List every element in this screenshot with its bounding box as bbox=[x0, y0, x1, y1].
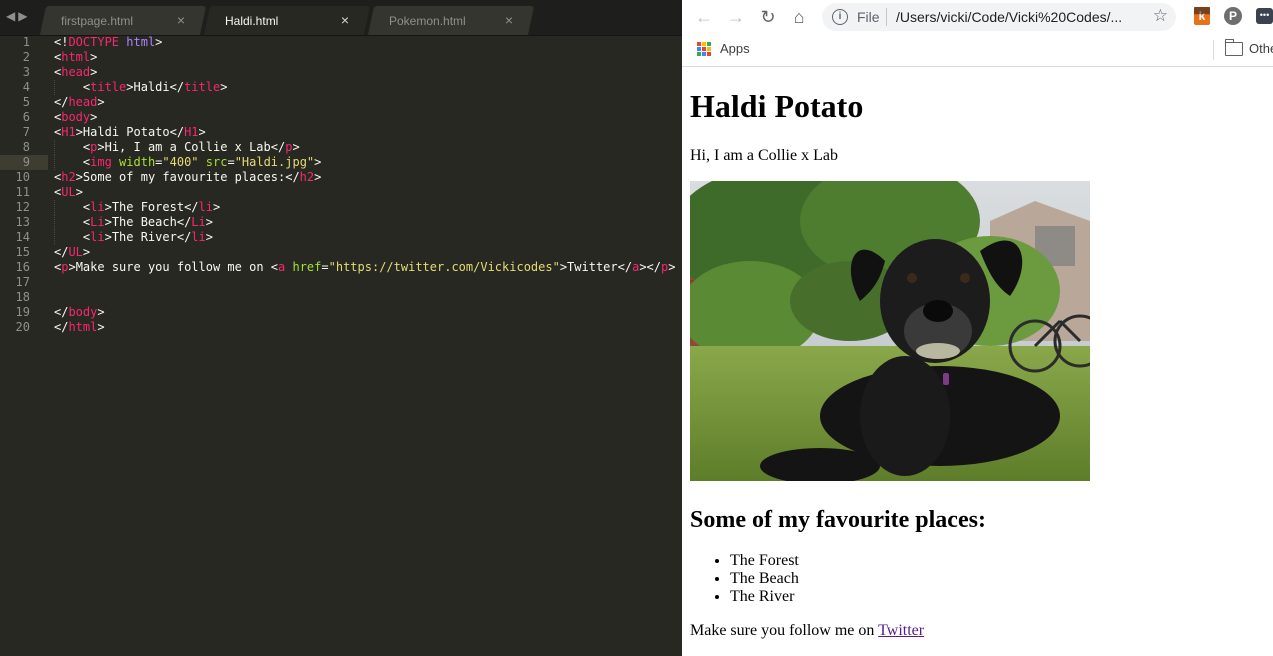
line-number: 3 bbox=[22, 65, 30, 79]
line-number: 8 bbox=[22, 140, 30, 154]
dog-photo bbox=[690, 181, 1090, 481]
url-scheme: File bbox=[857, 9, 880, 25]
line-number: 13 bbox=[15, 215, 30, 229]
home-icon[interactable]: ⌂ bbox=[787, 5, 811, 29]
line-number: 12 bbox=[15, 200, 30, 214]
list-item: The River bbox=[730, 588, 799, 606]
list-item: The Beach bbox=[730, 570, 799, 588]
close-icon[interactable]: × bbox=[341, 12, 349, 28]
code-area[interactable]: 1 <!DOCTYPE html> 2 <html> 3 <head> 4 <titl… bbox=[0, 35, 682, 335]
line-number: 15 bbox=[15, 245, 30, 259]
code-line: <html> bbox=[54, 50, 98, 64]
code-line: <li>The River</li> bbox=[54, 230, 213, 244]
twitter-link[interactable]: Twitter bbox=[878, 622, 924, 639]
code-line: </body> bbox=[54, 305, 105, 319]
code-line: <body> bbox=[54, 110, 98, 124]
line-number: 18 bbox=[15, 290, 30, 304]
extension-k-icon[interactable]: k bbox=[1194, 7, 1210, 25]
code-line: <li>The Forest</li> bbox=[54, 200, 221, 214]
code-line: <h2>Some of my favourite places:</h2> bbox=[54, 170, 322, 184]
code-line: <H1>Haldi Potato</H1> bbox=[54, 125, 206, 139]
tab-haldi[interactable]: Haldi.html × bbox=[203, 6, 371, 35]
close-icon[interactable]: × bbox=[505, 12, 513, 28]
tab-label: Haldi.html bbox=[225, 14, 279, 28]
code-editor: ◀▶ firstpage.html × Pokemon.html × Haldi… bbox=[0, 0, 682, 656]
back-icon[interactable]: ← bbox=[692, 5, 716, 29]
apps-icon[interactable] bbox=[697, 42, 711, 56]
line-number: 5 bbox=[22, 95, 30, 109]
bookmarks-bar: Apps Othe bbox=[682, 34, 1273, 67]
web-page: Haldi Potato Hi, I am a Collie x Lab Som… bbox=[682, 67, 1273, 656]
line-number: 14 bbox=[15, 230, 30, 244]
pinterest-icon[interactable]: P bbox=[1224, 7, 1242, 25]
folder-icon[interactable] bbox=[1225, 39, 1243, 56]
extension-menu-icon[interactable]: ••• bbox=[1256, 8, 1273, 24]
line-number: 6 bbox=[22, 110, 30, 124]
tab-nav-arrows-icon[interactable]: ◀▶ bbox=[6, 9, 30, 23]
line-number: 16 bbox=[15, 260, 30, 274]
code-line: </html> bbox=[54, 320, 105, 334]
address-bar[interactable]: i File /Users/vicki/Code/Vicki%20Codes/.… bbox=[822, 3, 1176, 31]
line-number: 2 bbox=[22, 50, 30, 64]
line-number: 1 bbox=[22, 35, 30, 49]
line-number: 9 bbox=[22, 155, 30, 169]
url-text[interactable]: /Users/vicki/Code/Vicki%20Codes/... bbox=[896, 9, 1122, 25]
star-icon[interactable]: ☆ bbox=[1153, 6, 1168, 26]
other-bookmarks[interactable]: Othe bbox=[1249, 41, 1273, 56]
code-line: <!DOCTYPE html> bbox=[54, 35, 163, 49]
code-line: <title>Haldi</title> bbox=[54, 80, 228, 94]
code-line: <Li>The Beach</Li> bbox=[54, 215, 213, 229]
follow-text: Make sure you follow me on Twitter bbox=[690, 622, 924, 640]
code-line: <head> bbox=[54, 65, 98, 79]
tab-firstpage[interactable]: firstpage.html × bbox=[39, 6, 207, 35]
line-number: 20 bbox=[15, 320, 30, 334]
line-number: 4 bbox=[22, 80, 30, 94]
code-line: <UL> bbox=[54, 185, 83, 199]
list-item: The Forest bbox=[730, 552, 799, 570]
line-number: 19 bbox=[15, 305, 30, 319]
line-number: 10 bbox=[15, 170, 30, 184]
code-line: <p>Make sure you follow me on <a href="h… bbox=[54, 260, 676, 274]
line-number: 17 bbox=[15, 275, 30, 289]
line-number: 7 bbox=[22, 125, 30, 139]
tab-pokemon[interactable]: Pokemon.html × bbox=[367, 6, 535, 35]
code-line: </UL> bbox=[54, 245, 91, 259]
page-title: Haldi Potato bbox=[690, 88, 864, 124]
places-heading: Some of my favourite places: bbox=[690, 507, 986, 533]
tab-label: firstpage.html bbox=[61, 14, 134, 28]
follow-text-label: Make sure you follow me on bbox=[690, 622, 879, 639]
browser-toolbar: ← → ↻ ⌂ i File /Users/vicki/Code/Vicki%2… bbox=[682, 0, 1273, 34]
code-line: <img width="400" src="Haldi.jpg"> bbox=[54, 155, 322, 169]
reload-icon[interactable]: ↻ bbox=[756, 5, 780, 29]
places-list: The Forest The Beach The River bbox=[690, 552, 799, 606]
dog-photo-illustration bbox=[690, 181, 1090, 481]
tab-label: Pokemon.html bbox=[389, 14, 466, 28]
code-line: <p>Hi, I am a Collie x Lab</p> bbox=[54, 140, 300, 154]
editor-tab-bar: ◀▶ firstpage.html × Pokemon.html × Haldi… bbox=[0, 0, 682, 36]
intro-text: Hi, I am a Collie x Lab bbox=[690, 147, 838, 164]
forward-icon[interactable]: → bbox=[724, 5, 748, 29]
line-number: 11 bbox=[15, 185, 30, 199]
code-line: </head> bbox=[54, 95, 105, 109]
close-icon[interactable]: × bbox=[177, 12, 185, 28]
info-icon[interactable]: i bbox=[832, 9, 848, 25]
browser-window: ← → ↻ ⌂ i File /Users/vicki/Code/Vicki%2… bbox=[682, 0, 1273, 656]
apps-bookmark[interactable]: Apps bbox=[720, 41, 750, 56]
